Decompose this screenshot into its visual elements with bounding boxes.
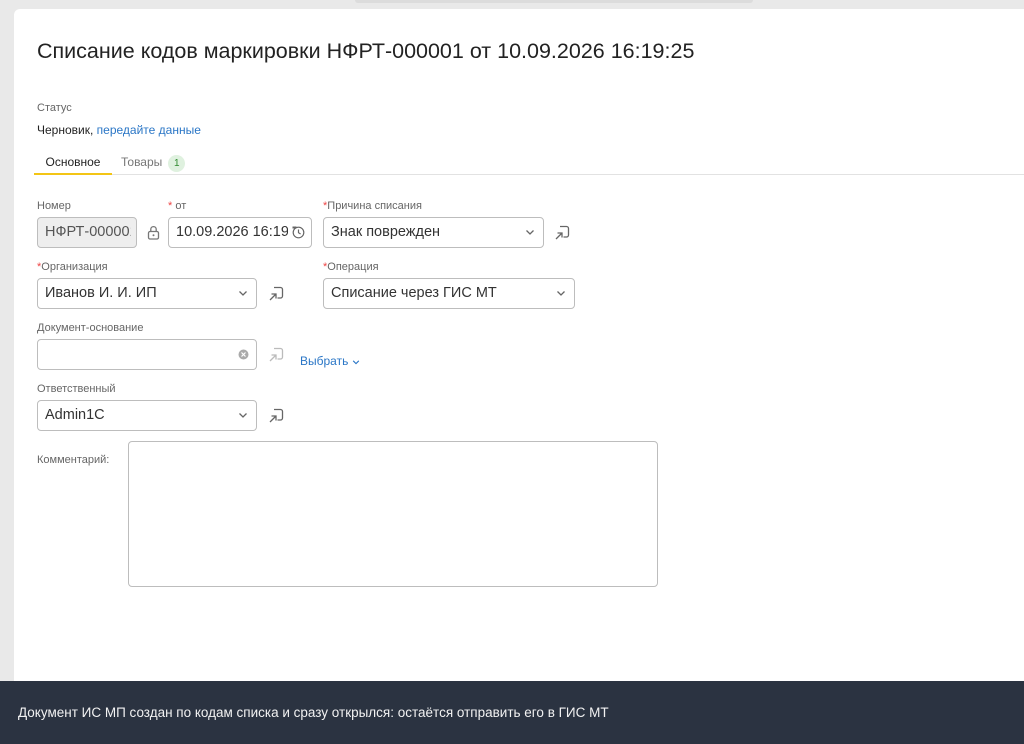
status-line: Черновик, передайте данные (37, 123, 201, 137)
comment-textarea[interactable] (128, 441, 658, 587)
organization-label: *Организация (37, 261, 108, 273)
tab-bar: Основное Товары 1 (34, 151, 1024, 175)
tab-main-label: Основное (45, 155, 101, 169)
responsible-select[interactable]: Admin1C (37, 400, 257, 431)
operation-select[interactable]: Списание через ГИС МТ (323, 278, 575, 309)
operation-label: *Операция (323, 261, 379, 273)
comment-label: Комментарий: (37, 454, 110, 466)
notification-toast: Документ ИС МП создан по кодам списка и … (0, 681, 1024, 744)
reason-select[interactable]: Знак поврежден (323, 217, 544, 248)
organization-select[interactable]: Иванов И. И. ИП (37, 278, 257, 309)
choose-base-document-button[interactable]: Выбрать (300, 354, 360, 368)
top-strip (355, 0, 753, 3)
chevron-down-icon (557, 291, 565, 296)
date-field[interactable]: 10.09.2026 16:19:25 (168, 217, 312, 248)
tab-goods[interactable]: Товары 1 (121, 151, 186, 175)
base-document-label: Документ-основание (37, 322, 144, 334)
tab-main[interactable]: Основное (34, 151, 112, 175)
chevron-down-icon (526, 230, 534, 235)
open-reason-icon[interactable] (554, 225, 570, 241)
goods-count-badge: 1 (168, 155, 186, 172)
status-label: Статус (37, 102, 72, 114)
send-data-link[interactable]: передайте данные (97, 123, 201, 137)
open-organization-icon[interactable] (268, 286, 284, 302)
document-panel: Списание кодов маркировки НФРТ-000001 от… (14, 9, 1024, 709)
calendar-icon[interactable] (292, 226, 305, 239)
responsible-label: Ответственный (37, 383, 116, 395)
number-label: Номер (37, 200, 71, 212)
clear-icon[interactable] (238, 349, 249, 360)
open-responsible-icon[interactable] (268, 408, 284, 424)
chevron-down-icon (239, 413, 247, 418)
chevron-down-icon (239, 291, 247, 296)
chevron-down-icon (352, 360, 359, 365)
page-title: Списание кодов маркировки НФРТ-000001 от… (37, 39, 695, 63)
base-document-field[interactable] (37, 339, 257, 370)
date-label: * от (168, 200, 187, 212)
tab-goods-label: Товары (121, 155, 163, 169)
reason-label: *Причина списания (323, 200, 422, 212)
number-field[interactable]: НФРТ-000001 (37, 217, 137, 248)
status-value: Черновик, (37, 123, 94, 137)
lock-icon (147, 226, 160, 240)
open-base-document-icon[interactable] (268, 347, 284, 363)
